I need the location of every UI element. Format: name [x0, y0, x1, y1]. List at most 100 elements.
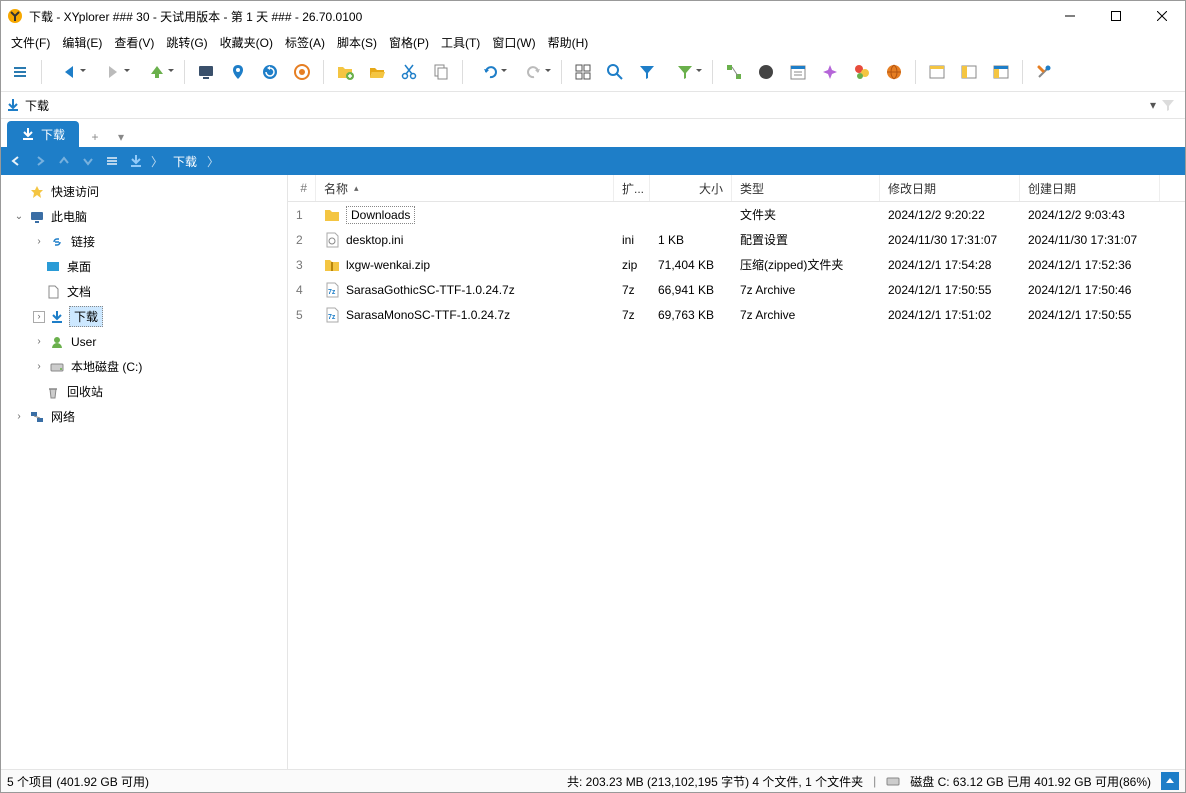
tree-this-pc[interactable]: ⌄ 此电脑: [1, 204, 287, 229]
menu-window[interactable]: 窗口(W): [486, 32, 541, 53]
menu-view[interactable]: 查看(V): [108, 32, 160, 53]
address-path: 下载: [25, 97, 1145, 114]
maximize-button[interactable]: [1093, 1, 1139, 31]
menu-help[interactable]: 帮助(H): [542, 32, 595, 53]
filter-icon[interactable]: [632, 57, 662, 87]
list-item[interactable]: 1Downloads文件夹2024/12/2 9:20:222024/12/2 …: [288, 202, 1185, 227]
list-item[interactable]: 2desktop.iniini1 KB配置设置2024/11/30 17:31:…: [288, 227, 1185, 252]
chevron-right-icon[interactable]: ›: [33, 236, 45, 248]
back-button[interactable]: [48, 57, 90, 87]
new-folder-icon[interactable]: [330, 57, 360, 87]
tree-disk-c[interactable]: › 本地磁盘 (C:): [1, 354, 287, 379]
address-filter-icon[interactable]: [1161, 98, 1181, 112]
crumb-up-icon[interactable]: [55, 152, 73, 170]
user-icon: [49, 334, 65, 350]
col-created[interactable]: 创建日期: [1020, 175, 1160, 201]
minimize-button[interactable]: [1047, 1, 1093, 31]
menu-panes[interactable]: 窗格(P): [383, 32, 435, 53]
ball-icon[interactable]: [879, 57, 909, 87]
folder-icon: [324, 207, 340, 223]
col-type[interactable]: 类型: [732, 175, 880, 201]
redo-button[interactable]: [513, 57, 555, 87]
crumb-forward-icon[interactable]: [31, 152, 49, 170]
tree-desktop[interactable]: 桌面: [1, 254, 287, 279]
grid-icon[interactable]: [568, 57, 598, 87]
tree-downloads[interactable]: › 下载: [1, 304, 287, 329]
titlebar: 下载 - XYplorer ### 30 - 天试用版本 - 第 1 天 ###…: [1, 1, 1185, 31]
list-item[interactable]: 57zSarasaMonoSC-TTF-1.0.24.7z7z69,763 KB…: [288, 302, 1185, 327]
col-ext[interactable]: 扩...: [614, 175, 650, 201]
tab-downloads[interactable]: 下载: [7, 121, 79, 147]
pane2-icon[interactable]: [954, 57, 984, 87]
search-icon[interactable]: [600, 57, 630, 87]
connect-icon[interactable]: [719, 57, 749, 87]
col-modified[interactable]: 修改日期: [880, 175, 1020, 201]
menu-tools[interactable]: 工具(T): [435, 32, 486, 53]
list-item[interactable]: 47zSarasaGothicSC-TTF-1.0.24.7z7z66,941 …: [288, 277, 1185, 302]
crumb-down-icon[interactable]: [79, 152, 97, 170]
menu-scripting[interactable]: 脚本(S): [331, 32, 383, 53]
expand-icon[interactable]: ›: [33, 311, 45, 323]
7z-icon: 7z: [324, 307, 340, 323]
dark-circle-icon[interactable]: [751, 57, 781, 87]
calendar-icon[interactable]: [783, 57, 813, 87]
up-button[interactable]: [136, 57, 178, 87]
chevron-right-icon[interactable]: ›: [33, 336, 45, 348]
ini-icon: [324, 232, 340, 248]
target-icon[interactable]: [287, 57, 317, 87]
status-disk: 磁盘 C: 63.12 GB 已用 401.92 GB 可用(86%): [910, 773, 1151, 790]
open-folder-icon[interactable]: [362, 57, 392, 87]
link-icon: [49, 234, 65, 250]
tree-recycle[interactable]: 回收站: [1, 379, 287, 404]
menu-favorites[interactable]: 收藏夹(O): [214, 32, 279, 53]
location-icon[interactable]: [223, 57, 253, 87]
settings-icon[interactable]: [1029, 57, 1059, 87]
col-size[interactable]: 大小: [650, 175, 732, 201]
address-dropdown-icon[interactable]: ▾: [1145, 98, 1161, 112]
addressbar[interactable]: 下载 ▾: [1, 92, 1185, 119]
crumb-menu-icon[interactable]: [103, 152, 121, 170]
menu-file[interactable]: 文件(F): [5, 32, 56, 53]
status-total: 共: 203.23 MB (213,102,195 字节) 4 个文件, 1 个…: [567, 773, 863, 790]
chevron-right-icon[interactable]: ›: [13, 411, 25, 423]
hamburger-icon[interactable]: [5, 57, 35, 87]
col-name[interactable]: 名称▴: [316, 175, 614, 201]
col-number[interactable]: #: [288, 175, 316, 201]
tab-add-button[interactable]: +: [85, 127, 105, 147]
chevron-down-icon[interactable]: ⌄: [13, 211, 25, 223]
forward-button[interactable]: [92, 57, 134, 87]
monitor-icon[interactable]: [191, 57, 221, 87]
crumb-download-icon[interactable]: [127, 152, 145, 170]
filter-green-icon[interactable]: [664, 57, 706, 87]
menu-tags[interactable]: 标签(A): [279, 32, 331, 53]
disk-icon: [886, 774, 900, 788]
tab-label: 下载: [41, 126, 65, 143]
tree-documents[interactable]: 文档: [1, 279, 287, 304]
refresh-icon[interactable]: [255, 57, 285, 87]
pane1-icon[interactable]: [922, 57, 952, 87]
folder-tree[interactable]: 快速访问 ⌄ 此电脑 › 链接 桌面 文档 ›: [1, 175, 288, 769]
crumb-back-icon[interactable]: [7, 152, 25, 170]
scroll-top-button[interactable]: [1161, 772, 1179, 790]
menu-edit[interactable]: 编辑(E): [56, 32, 108, 53]
chevron-right-icon[interactable]: ›: [33, 361, 45, 373]
tree-network[interactable]: › 网络: [1, 404, 287, 429]
tab-menu-button[interactable]: ▾: [111, 127, 131, 147]
breadcrumb-downloads[interactable]: 下载: [169, 153, 201, 170]
shapes-icon[interactable]: [847, 57, 877, 87]
undo-button[interactable]: [469, 57, 511, 87]
menu-goto[interactable]: 跳转(G): [160, 32, 213, 53]
cut-icon[interactable]: [394, 57, 424, 87]
tree-user[interactable]: › User: [1, 329, 287, 354]
toolbar: [1, 53, 1185, 92]
pane3-icon[interactable]: [986, 57, 1016, 87]
sparkle-icon[interactable]: [815, 57, 845, 87]
tree-links[interactable]: › 链接: [1, 229, 287, 254]
copy-icon[interactable]: [426, 57, 456, 87]
close-button[interactable]: [1139, 1, 1185, 31]
tree-quick-access[interactable]: 快速访问: [1, 179, 287, 204]
list-item[interactable]: 3lxgw-wenkai.zipzip71,404 KB压缩(zipped)文件…: [288, 252, 1185, 277]
7z-icon: 7z: [324, 282, 340, 298]
file-rows[interactable]: 1Downloads文件夹2024/12/2 9:20:222024/12/2 …: [288, 202, 1185, 769]
recycle-icon: [45, 384, 61, 400]
